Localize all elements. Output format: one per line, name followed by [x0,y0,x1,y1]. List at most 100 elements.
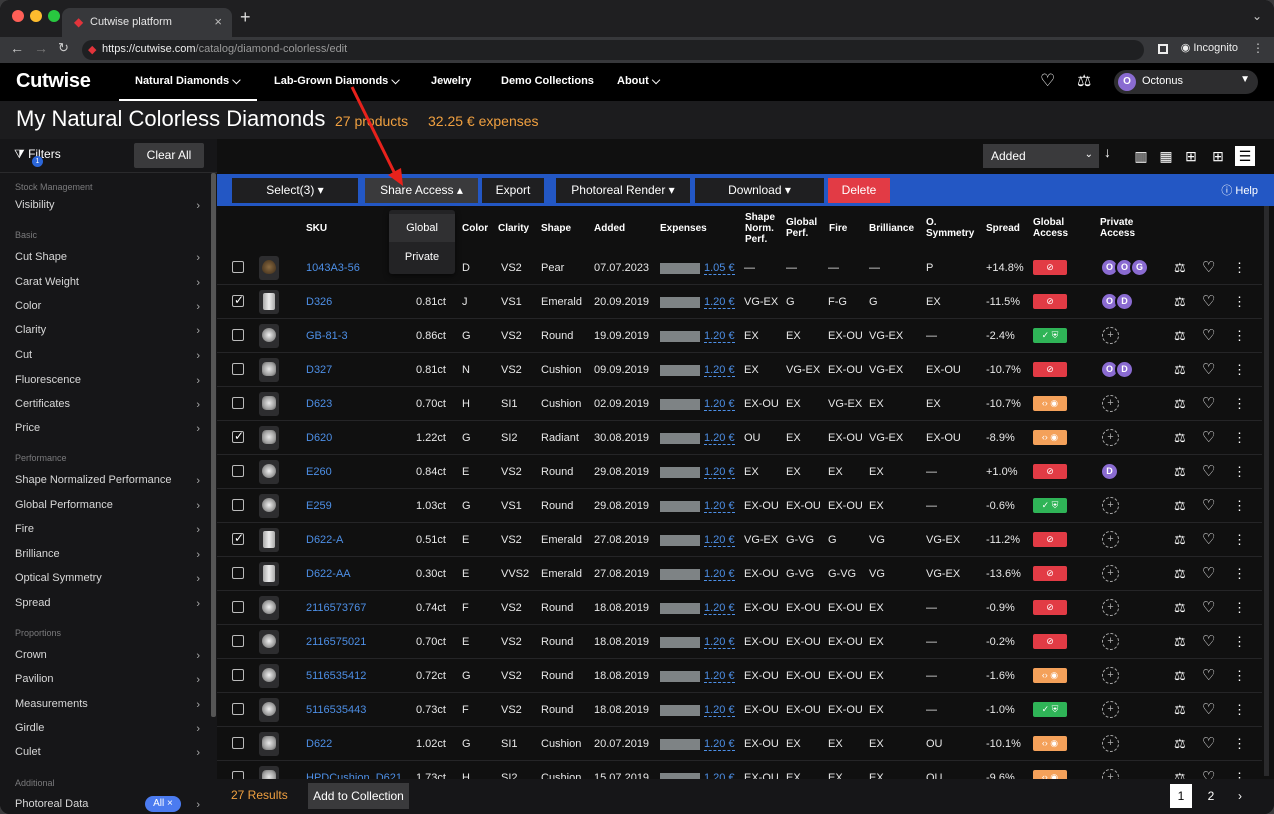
col-sku[interactable]: SKU [306,223,327,234]
diamond-thumbnail[interactable] [259,256,279,280]
favorite-heart-icon[interactable]: ♡ [1202,360,1215,378]
nav-natural-diamonds[interactable]: Natural Diamonds ⌵ [135,75,241,88]
cutwise-logo[interactable]: Cutwise [16,70,91,93]
compare-scale-icon[interactable]: ⚖ [1174,464,1186,480]
diamond-thumbnail[interactable] [259,494,279,518]
user-menu[interactable]: O Octonus ▼ [1114,70,1258,94]
global-access-badge[interactable]: ‹› ◉ [1033,736,1067,751]
photoreal-render-button[interactable]: Photoreal Render ▾ [556,178,690,203]
col-color[interactable]: Color [462,223,488,234]
col-clarity[interactable]: Clarity [498,223,529,234]
diamond-thumbnail[interactable] [259,528,279,552]
sidebar-filter-item[interactable]: Clarity › [15,324,200,337]
row-checkbox[interactable] [232,669,244,681]
compare-scale-icon[interactable]: ⚖ [1077,71,1091,91]
compare-scale-icon[interactable]: ⚖ [1174,532,1186,548]
add-private-access-icon[interactable]: + [1102,769,1119,779]
sku-link[interactable]: 5116535412 [306,670,366,682]
add-private-access-icon[interactable]: + [1102,599,1119,616]
row-checkbox[interactable] [232,635,244,647]
row-checkbox[interactable] [232,567,244,579]
row-menu-icon[interactable]: ⋮ [1233,260,1246,276]
diamond-thumbnail[interactable] [259,460,279,484]
incognito-indicator[interactable]: ◉ Incognito [1181,41,1238,54]
sidebar-filter-item[interactable]: Brilliance › [15,548,200,561]
add-private-access-icon[interactable]: + [1102,633,1119,650]
favorite-heart-icon[interactable]: ♡ [1202,564,1215,582]
favorite-heart-icon[interactable]: ♡ [1202,326,1215,344]
row-checkbox[interactable] [232,293,244,307]
nav-about[interactable]: About ⌵ [617,75,660,88]
favorite-heart-icon[interactable]: ♡ [1202,428,1215,446]
row-menu-icon[interactable]: ⋮ [1233,566,1246,582]
sku-link[interactable]: HPDCushion_D621 [306,772,402,779]
sidebar-filter-item[interactable]: Crown › [15,649,200,662]
sidebar-filter-item[interactable]: Global Performance › [15,499,200,512]
diamond-thumbnail[interactable] [259,732,279,756]
row-menu-icon[interactable]: ⋮ [1233,362,1246,378]
col-shape[interactable]: Shape [541,223,571,234]
sku-link[interactable]: 1043A3-56 [306,262,360,274]
sidebar-scrollbar[interactable] [211,173,216,717]
global-access-badge[interactable]: ‹› ◉ [1033,668,1067,683]
global-access-badge[interactable]: ⊘ [1033,464,1067,479]
favorite-heart-icon[interactable]: ♡ [1202,462,1215,480]
diamond-thumbnail[interactable] [259,426,279,450]
row-checkbox[interactable] [232,261,244,273]
row-checkbox[interactable] [232,363,244,375]
global-access-badge[interactable]: ⊘ [1033,294,1067,309]
row-checkbox[interactable] [232,397,244,409]
compare-scale-icon[interactable]: ⚖ [1174,600,1186,616]
expense-value[interactable]: 1.20 € [704,500,735,513]
expense-value[interactable]: 1.20 € [704,398,735,411]
expense-value[interactable]: 1.05 € [704,262,735,275]
row-checkbox[interactable] [232,703,244,715]
compare-scale-icon[interactable]: ⚖ [1174,260,1186,276]
add-private-access-icon[interactable]: + [1102,395,1119,412]
diamond-thumbnail[interactable] [259,630,279,654]
compare-scale-icon[interactable]: ⚖ [1174,362,1186,378]
view-medium-grid-icon[interactable]: ⊞ [1181,146,1201,166]
sidebar-filter-item[interactable]: Fire › [15,523,200,536]
expense-value[interactable]: 1.20 € [704,636,735,649]
global-access-badge[interactable]: ⊘ [1033,362,1067,377]
sku-link[interactable]: D623 [306,398,332,410]
row-menu-icon[interactable]: ⋮ [1233,294,1246,310]
col-fire[interactable]: Fire [829,223,847,234]
table-row[interactable]: E260 0.84ct E VS2 Round 29.08.2019 1.20 € EX EX E… [217,455,1262,489]
compare-scale-icon[interactable]: ⚖ [1174,498,1186,514]
add-private-access-icon[interactable]: + [1102,531,1119,548]
private-access-avatar[interactable]: D [1115,292,1134,311]
table-row[interactable]: 5116535443 0.73ct F VS2 Round 18.08.2019 1.20 … [217,693,1262,727]
expense-value[interactable]: 1.20 € [704,568,735,581]
expense-value[interactable]: 1.20 € [704,330,735,343]
favorites-heart-icon[interactable]: ♡ [1040,71,1055,91]
add-private-access-icon[interactable]: + [1102,735,1119,752]
favorite-heart-icon[interactable]: ♡ [1202,598,1215,616]
row-checkbox[interactable] [232,429,244,443]
address-bar[interactable]: ◆ https://cutwise.com/catalog/diamond-co… [82,40,1144,60]
diamond-thumbnail[interactable] [259,290,279,314]
global-access-badge[interactable]: ‹› ◉ [1033,396,1067,411]
sku-link[interactable]: D622-A [306,534,343,546]
diamond-thumbnail[interactable] [259,324,279,348]
expense-value[interactable]: 1.20 € [704,602,735,615]
sku-link[interactable]: D622 [306,738,332,750]
row-menu-icon[interactable]: ⋮ [1233,464,1246,480]
col-global-perf[interactable]: Global Perf. [786,217,822,239]
back-arrow-icon[interactable]: ← [10,40,24,56]
sidebar-filter-item[interactable]: Certificates › [15,398,200,411]
add-to-collection-button[interactable]: Add to Collection [308,783,409,809]
sku-link[interactable]: E260 [306,466,332,478]
row-menu-icon[interactable]: ⋮ [1233,702,1246,718]
global-access-badge[interactable]: ✓ ⛨ [1033,328,1067,343]
download-button[interactable]: Download ▾ [695,178,824,203]
sidebar-filter-item[interactable]: Shape Normalized Performance › [15,474,200,487]
table-row[interactable]: D623 0.70ct H SI1 Cushion 02.09.2019 1.20 € EX-… [217,387,1262,421]
table-row[interactable]: D622-A 0.51ct E VS2 Emerald 27.08.2019 1.20 € V… [217,523,1262,557]
sidebar-filter-item[interactable]: Girdle › [15,722,200,735]
compare-scale-icon[interactable]: ⚖ [1174,294,1186,310]
share-access-button[interactable]: Share Access ▴ [365,178,478,203]
global-access-badge[interactable]: ⊘ [1033,600,1067,615]
diamond-thumbnail[interactable] [259,664,279,688]
